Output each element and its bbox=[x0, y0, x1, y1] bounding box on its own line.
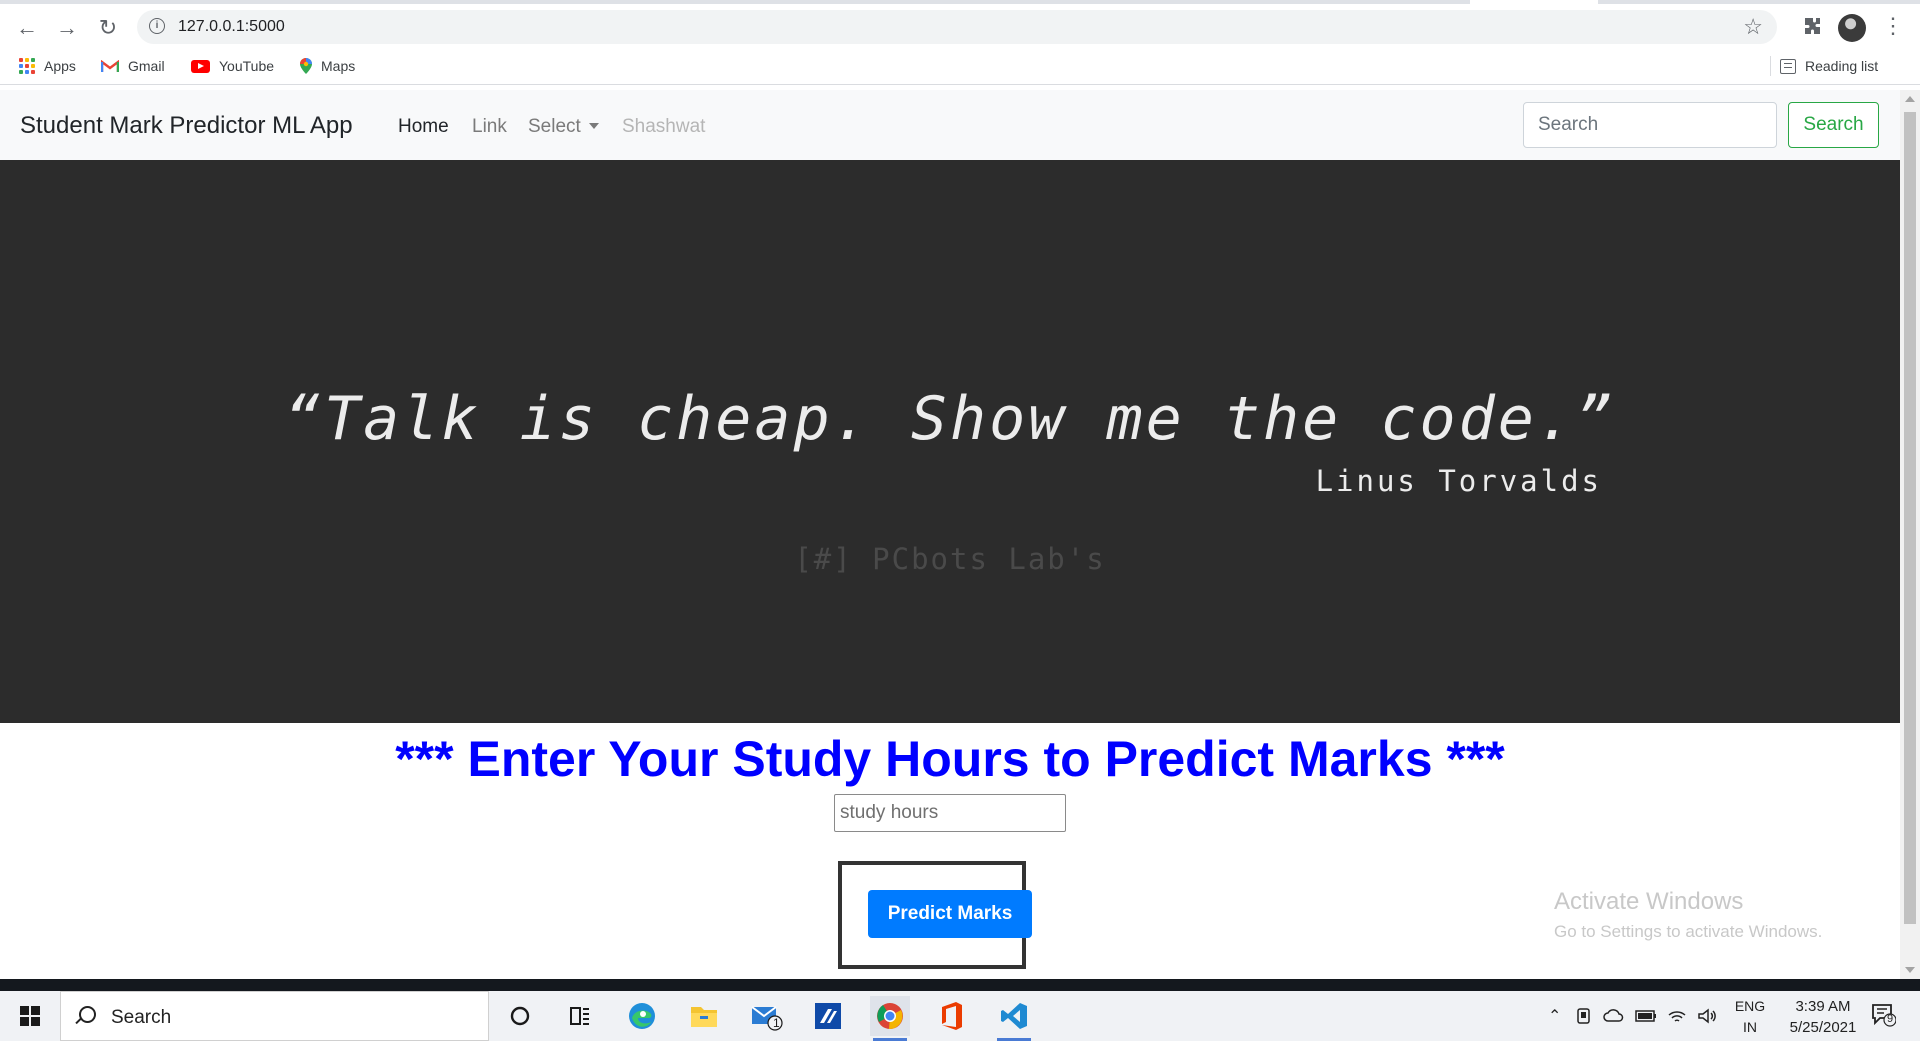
nav-select-label: Select bbox=[528, 116, 581, 137]
app-navbar: Student Mark Predictor ML App Home Link … bbox=[0, 90, 1900, 160]
bookmarks-divider bbox=[1770, 56, 1771, 76]
bookmark-label: YouTube bbox=[219, 58, 275, 74]
edge-icon[interactable] bbox=[622, 996, 662, 1036]
file-explorer-icon[interactable] bbox=[684, 996, 724, 1036]
activate-windows-subtitle: Go to Settings to activate Windows. bbox=[1554, 922, 1823, 941]
hero-quote: “Talk is cheap. Show me the code.” bbox=[284, 384, 1616, 454]
mail-icon[interactable]: 1 bbox=[746, 996, 786, 1036]
powerapp-icon[interactable] bbox=[808, 996, 848, 1036]
search-icon bbox=[79, 1006, 96, 1023]
clock-time: 3:39 AM bbox=[1795, 998, 1851, 1015]
youtube-icon bbox=[191, 59, 210, 73]
language-code: ENG bbox=[1734, 998, 1766, 1014]
system-tray: ⌃ bbox=[1548, 991, 1717, 1041]
maps-icon bbox=[300, 58, 312, 74]
nav-link[interactable]: Link bbox=[472, 116, 507, 138]
nav-select-dropdown[interactable]: Select bbox=[528, 116, 599, 138]
apps-grid-icon bbox=[19, 58, 35, 74]
start-button[interactable] bbox=[0, 991, 60, 1041]
address-bar[interactable]: i 127.0.0.1:5000 ☆ bbox=[137, 10, 1777, 44]
page-scrollbar[interactable] bbox=[1900, 90, 1920, 979]
gmail-icon bbox=[101, 59, 119, 72]
scroll-up-arrow-icon[interactable] bbox=[1905, 96, 1915, 102]
extensions-puzzle-icon[interactable] bbox=[1800, 16, 1824, 40]
hero-quote-author: Linus Torvalds bbox=[1315, 464, 1602, 498]
office-icon[interactable] bbox=[932, 996, 972, 1036]
activate-windows-watermark: Activate Windows Go to Settings to activ… bbox=[1554, 888, 1822, 942]
study-hours-input[interactable] bbox=[834, 794, 1066, 832]
activate-windows-title: Activate Windows bbox=[1554, 888, 1744, 915]
navbar-brand[interactable]: Student Mark Predictor ML App bbox=[20, 112, 353, 140]
windows-taskbar: Search 1 ⌃ ENG IN 3:39 AM 5/25/2021 9 bbox=[0, 991, 1920, 1041]
reload-icon[interactable]: ↻ bbox=[93, 13, 123, 43]
site-info-icon[interactable]: i bbox=[149, 18, 165, 34]
predict-marks-button[interactable]: Predict Marks bbox=[868, 890, 1032, 938]
wifi-icon[interactable] bbox=[1667, 1008, 1687, 1024]
back-arrow-icon[interactable]: ← bbox=[12, 13, 42, 43]
url-text[interactable]: 127.0.0.1:5000 bbox=[178, 18, 285, 36]
chrome-icon[interactable] bbox=[870, 996, 910, 1041]
notification-center-icon[interactable]: 9 bbox=[1870, 1001, 1898, 1029]
task-view-icon[interactable] bbox=[560, 996, 600, 1036]
bookmark-label: Gmail bbox=[128, 58, 165, 74]
device-icon[interactable] bbox=[1575, 1007, 1593, 1025]
bookmarks-bar: Apps Gmail YouTube Maps Reading list bbox=[0, 50, 1920, 85]
scrollbar-thumb[interactable] bbox=[1904, 112, 1916, 924]
windows-logo-icon bbox=[20, 1006, 40, 1026]
taskbar-search-box[interactable]: Search bbox=[60, 991, 489, 1041]
bookmark-apps[interactable]: Apps bbox=[19, 58, 76, 74]
page-viewport: Student Mark Predictor ML App Home Link … bbox=[0, 90, 1900, 979]
scroll-down-arrow-icon[interactable] bbox=[1905, 967, 1915, 973]
bookmark-label: Maps bbox=[321, 58, 356, 74]
page-bottom-strip bbox=[0, 979, 1920, 991]
region-code: IN bbox=[1743, 1019, 1757, 1035]
profile-avatar[interactable] bbox=[1838, 14, 1866, 42]
chevron-down-icon bbox=[588, 123, 599, 129]
language-indicator[interactable]: ENG IN bbox=[1730, 996, 1770, 1038]
forward-arrow-icon[interactable]: → bbox=[52, 13, 82, 43]
clock-date: 5/25/2021 bbox=[1789, 1019, 1857, 1036]
bookmark-youtube[interactable]: YouTube bbox=[191, 58, 274, 74]
reading-list-label: Reading list bbox=[1805, 58, 1879, 74]
reading-list-icon bbox=[1780, 58, 1796, 74]
hero-banner: “Talk is cheap. Show me the code.” Linus… bbox=[0, 160, 1900, 723]
cortana-icon[interactable] bbox=[500, 996, 540, 1036]
notification-count: 9 bbox=[1887, 1013, 1894, 1025]
show-hidden-icons-chevron-up-icon[interactable]: ⌃ bbox=[1548, 1006, 1561, 1026]
hero-watermark: [#] PCbots Lab's bbox=[794, 542, 1106, 576]
volume-icon[interactable] bbox=[1697, 1008, 1717, 1024]
reading-list-button[interactable]: Reading list bbox=[1780, 58, 1878, 74]
bookmark-gmail[interactable]: Gmail bbox=[101, 58, 165, 74]
bookmark-star-icon[interactable]: ☆ bbox=[1743, 14, 1763, 40]
navbar-search-input[interactable] bbox=[1523, 102, 1777, 148]
taskbar-clock[interactable]: 3:39 AM 5/25/2021 bbox=[1778, 996, 1868, 1038]
browser-toolbar: ← → ↻ i 127.0.0.1:5000 ☆ ⋮ bbox=[0, 4, 1920, 50]
battery-icon[interactable] bbox=[1635, 1009, 1657, 1023]
nav-home-link[interactable]: Home bbox=[398, 116, 449, 138]
bookmark-label: Apps bbox=[44, 58, 76, 74]
bookmark-maps[interactable]: Maps bbox=[300, 58, 355, 74]
nav-disabled-link: Shashwat bbox=[622, 116, 706, 137]
navbar-search-button[interactable]: Search bbox=[1788, 102, 1879, 148]
menu-kebab-icon[interactable]: ⋮ bbox=[1882, 12, 1904, 42]
taskbar-search-label: Search bbox=[111, 1007, 172, 1028]
vscode-icon[interactable] bbox=[994, 996, 1034, 1041]
onedrive-icon[interactable] bbox=[1603, 1007, 1625, 1025]
mail-badge: 1 bbox=[773, 1016, 780, 1030]
form-heading: *** Enter Your Study Hours to Predict Ma… bbox=[395, 731, 1505, 787]
